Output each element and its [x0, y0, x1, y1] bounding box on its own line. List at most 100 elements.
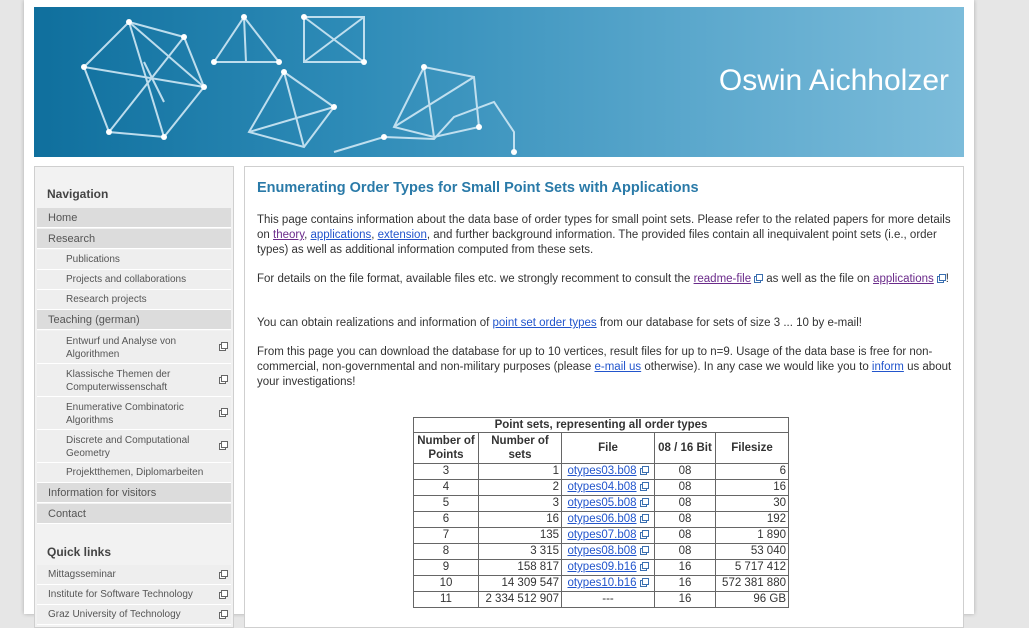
text: otherwise). In any case we would like yo… — [641, 361, 872, 373]
header-banner: Oswin Aichholzer — [34, 7, 964, 157]
external-link-icon — [639, 514, 649, 523]
sidebar-item-label: Entwurf und Analyse von Algorithmen — [66, 336, 177, 360]
external-link-icon — [219, 342, 228, 351]
cell-file: otypes09.b16 — [561, 559, 655, 576]
cell-bits: 08 — [654, 527, 716, 544]
cell-filesize: 53 040 — [715, 543, 789, 560]
cell-file: otypes05.b08 — [561, 495, 655, 512]
table-row: 4 2 otypes04.b08 08 16 — [413, 479, 789, 496]
file-download-link[interactable]: otypes09.b16 — [567, 561, 636, 573]
cell-file: otypes07.b08 — [561, 527, 655, 544]
cell-bits: 08 — [654, 479, 716, 496]
sidebar-item-label: Contact — [48, 508, 86, 520]
email-us-link[interactable]: e-mail us — [595, 361, 642, 373]
external-link-icon — [639, 466, 649, 475]
cell-bits: 08 — [654, 511, 716, 528]
quick-link-tu-graz[interactable]: Graz University of Technology — [37, 605, 231, 625]
table-row: 10 14 309 547 otypes10.b16 16 572 381 880 — [413, 575, 789, 592]
quick-link-label: Institute for Software Technology — [48, 589, 193, 600]
sidebar-item-entwurf[interactable]: Entwurf und Analyse von Algorithmen — [37, 331, 231, 364]
point-set-order-types-link[interactable]: point set order types — [492, 317, 596, 329]
sidebar-item-projektthemen[interactable]: Projektthemen, Diplomarbeiten — [37, 463, 231, 483]
external-link-icon — [639, 578, 649, 587]
extension-link[interactable]: extension — [378, 229, 427, 241]
file-download-link[interactable]: otypes03.b08 — [567, 465, 636, 477]
sidebar-item-discrete-geometry[interactable]: Discrete and Computational Geometry — [37, 430, 231, 463]
sidebar-item-label: Publications — [66, 254, 120, 265]
cell-points: 9 — [413, 559, 479, 576]
cell-points: 8 — [413, 543, 479, 560]
realizations-paragraph: You can obtain realizations and informat… — [257, 316, 957, 331]
cell-points: 4 — [413, 479, 479, 496]
sidebar-item-contact[interactable]: Contact — [37, 504, 231, 524]
file-download-link[interactable]: otypes10.b16 — [567, 577, 636, 589]
cell-filesize: 5 717 412 — [715, 559, 789, 576]
sidebar-item-label: Klassische Themen der Computerwissenscha… — [66, 369, 171, 393]
quick-links-heading: Quick links — [47, 545, 112, 559]
table-body: 3 1 otypes03.b08 08 6 4 2 otypes04.b08 08 16 5 3 oty… — [413, 463, 789, 608]
cell-file: --- — [561, 591, 655, 608]
order-types-table: Point sets, representing all order types… — [413, 417, 789, 608]
external-link-icon — [639, 498, 649, 507]
sidebar-item-visitors[interactable]: Information for visitors — [37, 483, 231, 503]
sidebar-item-teaching[interactable]: Teaching (german) — [37, 310, 231, 330]
cell-bits: 16 — [654, 591, 716, 608]
sidebar-item-klassische-themen[interactable]: Klassische Themen der Computerwissenscha… — [37, 364, 231, 397]
quick-link-label: Mittagsseminar — [48, 569, 116, 580]
cell-file: otypes08.b08 — [561, 543, 655, 560]
sidebar-item-publications[interactable]: Publications — [37, 250, 231, 270]
page-title: Enumerating Order Types for Small Point … — [257, 180, 699, 196]
cell-sets: 2 334 512 907 — [478, 591, 562, 608]
sidebar-item-home[interactable]: Home — [37, 208, 231, 228]
site-title: Oswin Aichholzer — [718, 64, 949, 97]
cell-filesize: 1 890 — [715, 527, 789, 544]
text: You can obtain realizations and informat… — [257, 317, 493, 329]
cell-file: otypes06.b08 — [561, 511, 655, 528]
external-link-icon — [936, 274, 946, 283]
quick-link-software-technology[interactable]: Institute for Software Technology — [37, 585, 231, 605]
table-row: 7 135 otypes07.b08 08 1 890 — [413, 527, 789, 544]
cell-filesize: 572 381 880 — [715, 575, 789, 592]
cell-sets: 158 817 — [478, 559, 562, 576]
sidebar-item-label: Teaching (german) — [48, 314, 140, 326]
quick-link-label: Graz University of Technology — [48, 609, 181, 620]
applications-link[interactable]: applications — [311, 229, 372, 241]
sidebar: Navigation Home Research Publications Pr… — [34, 166, 234, 628]
file-download-link[interactable]: otypes07.b08 — [567, 529, 636, 541]
inform-link[interactable]: inform — [872, 361, 904, 373]
sidebar-item-research-projects[interactable]: Research projects — [37, 290, 231, 310]
cell-bits: 08 — [654, 495, 716, 512]
cell-points: 3 — [413, 463, 479, 480]
theory-link[interactable]: theory — [273, 229, 304, 241]
quick-link-mittagsseminar[interactable]: Mittagsseminar — [37, 565, 231, 585]
external-link-icon — [639, 482, 649, 491]
applications-file-link[interactable]: applications — [873, 273, 934, 285]
file-download-link[interactable]: otypes06.b08 — [567, 513, 636, 525]
sidebar-item-enumerative-combinatoric[interactable]: Enumerative Combinatoric Algorithms — [37, 397, 231, 430]
sidebar-item-projects-collaborations[interactable]: Projects and collaborations — [37, 270, 231, 290]
column-header-points: Number of Points — [413, 432, 479, 464]
sidebar-item-research[interactable]: Research — [37, 229, 231, 249]
readme-file-link[interactable]: readme-file — [694, 273, 752, 285]
sidebar-item-label: Projektthemen, Diplomarbeiten — [66, 467, 204, 478]
external-link-icon — [639, 530, 649, 539]
sidebar-item-label: Home — [48, 212, 78, 224]
cell-bits: 16 — [654, 575, 716, 592]
navigation-heading: Navigation — [47, 187, 109, 201]
external-link-icon — [219, 569, 228, 579]
cell-sets: 3 315 — [478, 543, 562, 560]
cell-filesize: 192 — [715, 511, 789, 528]
cell-points: 10 — [413, 575, 479, 592]
external-link-icon — [219, 589, 228, 599]
cell-bits: 08 — [654, 543, 716, 560]
cell-sets: 1 — [478, 463, 562, 480]
sidebar-item-label: Information for visitors — [48, 487, 157, 499]
cell-sets: 2 — [478, 479, 562, 496]
main-content: Enumerating Order Types for Small Point … — [244, 166, 964, 628]
table-row: 83 315 otypes08.b08 08 53 040 — [413, 543, 789, 560]
file-download-link[interactable]: otypes05.b08 — [567, 497, 636, 509]
cell-bits: 08 — [654, 463, 716, 480]
file-download-link[interactable]: otypes04.b08 — [567, 481, 636, 493]
file-download-link[interactable]: otypes08.b08 — [567, 545, 636, 557]
table-row: 6 16 otypes06.b08 08 192 — [413, 511, 789, 528]
